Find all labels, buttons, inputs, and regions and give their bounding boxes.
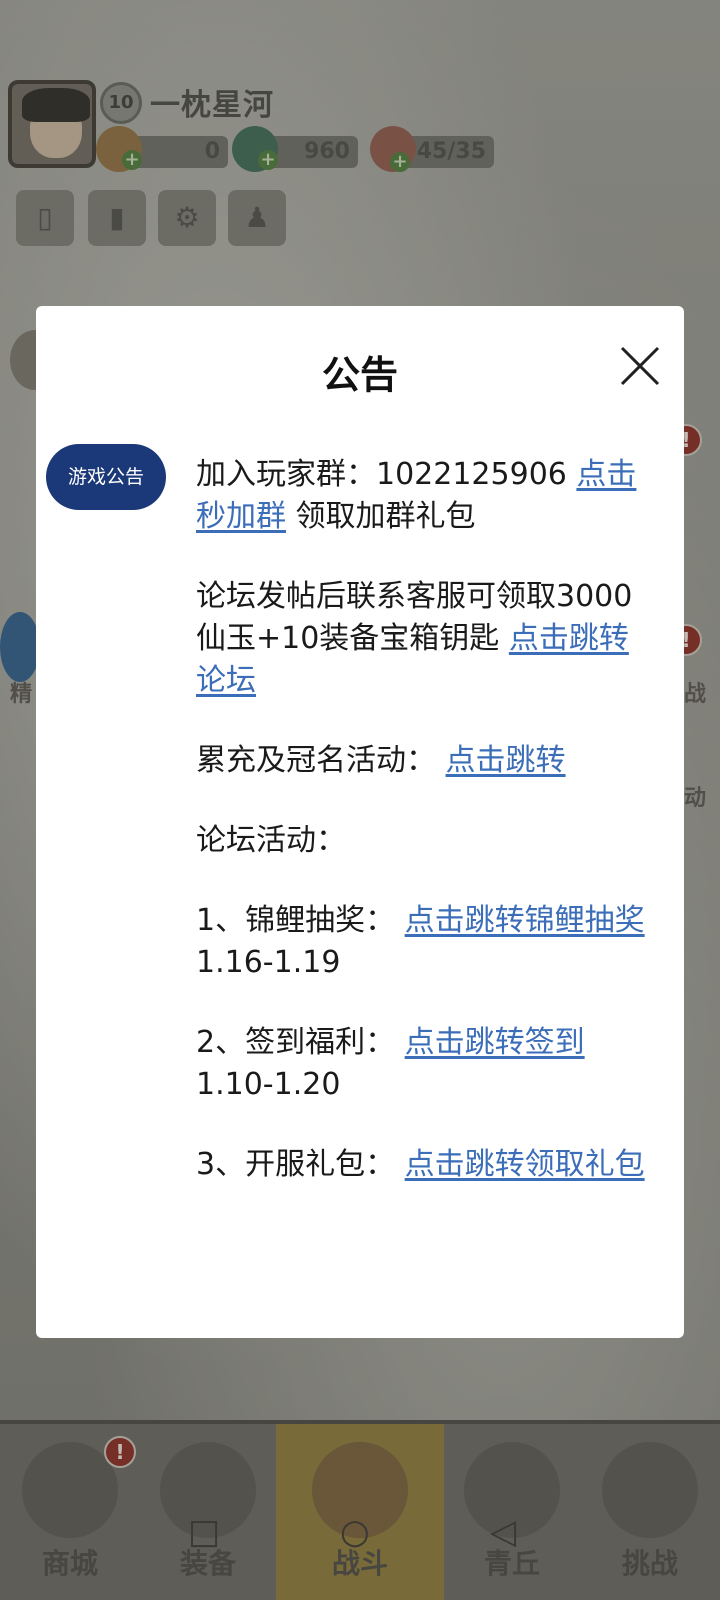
dialog-title: 公告 (321, 353, 398, 397)
announcement-item: 论坛发帖后联系客服可领取3000仙玉+10装备宝箱钥匙 点击跳转论坛 (196, 576, 656, 702)
announcement-item: 累充及冠名活动： 点击跳转 (196, 740, 656, 782)
announcement-content: 加入玩家群：1022125906 点击秒加群 领取加群礼包 论坛发帖后联系客服可… (196, 454, 656, 1224)
announcement-item: 2、签到福利： 点击跳转签到 1.10-1.20 (196, 1022, 656, 1106)
sign-in-link[interactable]: 点击跳转签到 (405, 1025, 585, 1060)
announcement-dialog: 公告 游戏公告 加入玩家群：1022125906 点击秒加群 领取加群礼包 论坛… (36, 306, 684, 1338)
item-text: 累充及冠名活动： (196, 743, 446, 778)
item-text: 论坛活动： (196, 823, 346, 858)
back-button[interactable]: ◁ (490, 1512, 516, 1552)
item-text: 2、签到福利： (196, 1025, 405, 1060)
tab-game-announcement[interactable]: 游戏公告 (46, 444, 166, 510)
item-text: 3、开服礼包： (196, 1147, 405, 1182)
announcement-item: 论坛活动： (196, 820, 656, 862)
item-suffix: 领取加群礼包 (286, 499, 476, 534)
item-text: 加入玩家群：1022125906 (196, 457, 577, 492)
lucky-draw-link[interactable]: 点击跳转锦鲤抽奖 (405, 903, 645, 938)
announcement-item: 1、锦鲤抽奖： 点击跳转锦鲤抽奖 1.16-1.19 (196, 900, 656, 984)
item-suffix: 1.10-1.20 (196, 1067, 341, 1102)
announcement-item: 3、开服礼包： 点击跳转领取礼包 (196, 1144, 656, 1186)
item-suffix: 1.16-1.19 (196, 945, 341, 980)
recharge-event-link[interactable]: 点击跳转 (446, 743, 566, 778)
item-text: 1、锦鲤抽奖： (196, 903, 405, 938)
recents-button[interactable]: □ (188, 1512, 220, 1552)
home-button[interactable]: ○ (340, 1512, 370, 1552)
announcement-item: 加入玩家群：1022125906 点击秒加群 领取加群礼包 (196, 454, 656, 538)
close-icon[interactable] (616, 342, 664, 390)
server-gift-link[interactable]: 点击跳转领取礼包 (405, 1147, 645, 1182)
